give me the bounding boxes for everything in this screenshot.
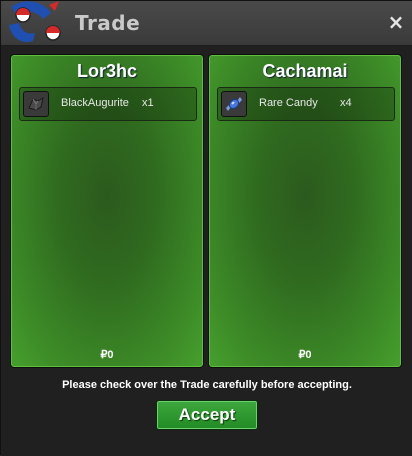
left-item-qty: x1 <box>142 97 154 109</box>
left-player-name: Lor3hc <box>76 61 137 81</box>
close-button[interactable]: × <box>385 11 407 33</box>
right-item-row[interactable]: Rare Candy x4 <box>217 87 395 121</box>
title-bar[interactable]: Trade × <box>1 1 412 46</box>
pokeball-logo-icon <box>9 1 61 43</box>
accept-button[interactable]: Accept <box>156 400 258 430</box>
right-item-name: Rare Candy <box>259 97 318 109</box>
black-augurite-icon <box>23 91 49 117</box>
right-player-name: Cachamai <box>262 61 348 81</box>
right-money: ₽0 <box>298 349 312 361</box>
right-trade-panel: Cachamai Rare Candy x4 ₽0 <box>208 54 402 368</box>
trade-window: Trade × Lor3hc BlackAugurite x1 ₽0 Cacha… <box>0 0 412 456</box>
left-trade-panel: Lor3hc BlackAugurite x1 ₽0 <box>10 54 204 368</box>
left-money: ₽0 <box>100 349 114 361</box>
rare-candy-icon <box>221 91 247 117</box>
left-item-name: BlackAugurite <box>61 97 129 109</box>
trade-content: Lor3hc BlackAugurite x1 ₽0 Cachamai Rare… <box>1 46 412 456</box>
accept-button-label: Accept <box>178 405 236 424</box>
left-item-row[interactable]: BlackAugurite x1 <box>19 87 197 121</box>
trade-notice: Please check over the Trade carefully be… <box>62 379 352 391</box>
right-item-qty: x4 <box>340 97 352 109</box>
window-title: Trade <box>75 11 141 35</box>
